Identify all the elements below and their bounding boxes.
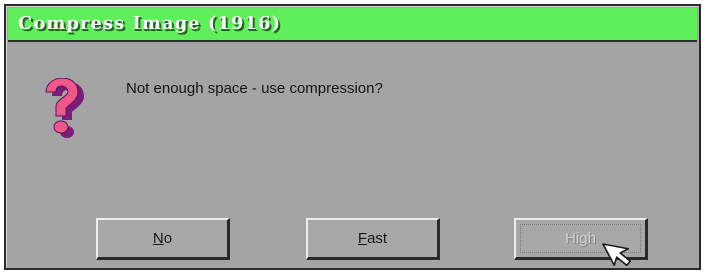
- dialog-message: Not enough space - use compression?: [126, 80, 383, 97]
- title-bar[interactable]: Compress Image (1916): [8, 8, 697, 42]
- compress-image-dialog: Compress Image (1916) Not enough space -…: [4, 4, 701, 270]
- fast-button-label: Fast: [358, 230, 387, 247]
- high-button-label: High: [565, 230, 596, 247]
- question-mark-icon: [44, 77, 88, 142]
- fast-button[interactable]: Fast: [306, 218, 440, 260]
- fast-button-label-rest: ast: [367, 230, 388, 247]
- no-button-label-rest: o: [163, 230, 173, 247]
- no-button[interactable]: No: [96, 218, 230, 260]
- fast-button-mnemonic: F: [357, 230, 368, 247]
- no-button-label: No: [153, 230, 172, 247]
- mouse-pointer-icon: [597, 234, 637, 272]
- dialog-title: Compress Image (1916): [18, 13, 281, 34]
- no-button-mnemonic: N: [152, 230, 164, 247]
